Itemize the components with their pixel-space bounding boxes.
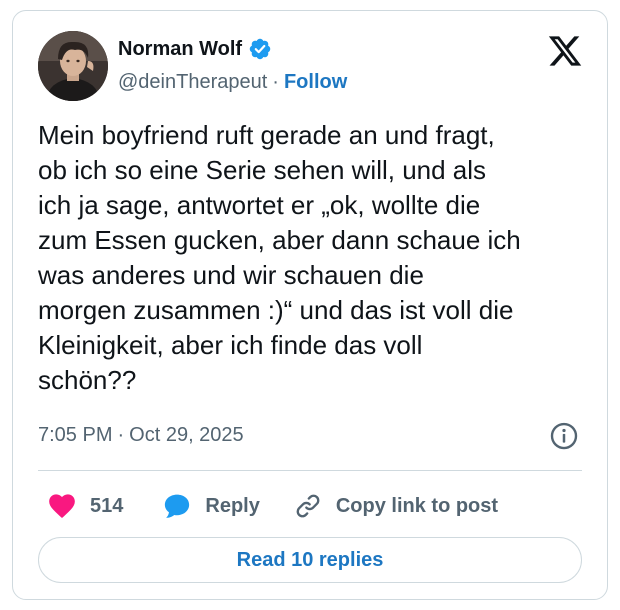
tweet-time: 7:05 PM [38, 424, 113, 446]
tweet-text: Mein boyfriend ruft gerade an und fragt,… [38, 120, 521, 395]
reply-label: Reply [205, 494, 260, 517]
heart-icon [49, 494, 75, 519]
read-replies-label: Read 10 replies [236, 548, 384, 571]
author-display-name[interactable]: Norman Wolf [118, 38, 242, 61]
author-name-row: Norman Wolf [118, 37, 272, 61]
link-icon [296, 494, 320, 518]
divider [38, 470, 582, 471]
tweet-date: Oct 29, 2025 [129, 424, 244, 446]
follow-button[interactable]: Follow [284, 71, 347, 93]
x-logo-icon[interactable] [547, 33, 583, 69]
tweet-timestamp[interactable]: 7:05 PM · Oct 29, 2025 [38, 424, 244, 447]
author-handle-row: @deinTherapeut · Follow [118, 71, 347, 94]
avatar[interactable] [38, 31, 108, 101]
tweet-card: Norman Wolf @deinTherapeut · Follow Mein b… [12, 10, 608, 600]
like-count: 514 [90, 494, 124, 517]
author-handle[interactable]: @deinTherapeut [118, 71, 267, 93]
speech-bubble-icon [165, 494, 190, 518]
handle-separator: · [272, 71, 279, 93]
copy-link-label: Copy link to post [335, 494, 499, 517]
like-button[interactable]: 514 [48, 493, 123, 519]
avatar-photo [38, 31, 108, 101]
info-icon[interactable] [549, 421, 579, 451]
copy-link-button[interactable]: Copy link to post [294, 492, 498, 520]
reply-button[interactable]: Reply [163, 492, 260, 520]
verified-badge-icon [249, 38, 271, 60]
timestamp-separator: · [117, 424, 125, 446]
action-bar: 514 Reply Copy link to post [38, 481, 498, 531]
read-replies-button[interactable]: Read 10 replies [38, 537, 582, 583]
